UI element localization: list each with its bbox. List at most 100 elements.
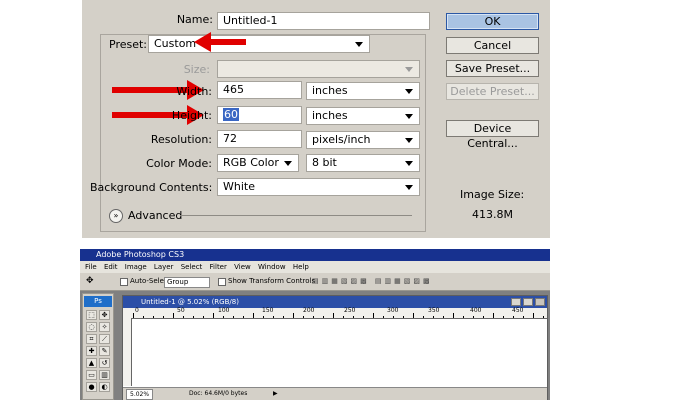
menu-help[interactable]: Help — [293, 263, 309, 271]
resolution-input[interactable]: 72 — [217, 130, 302, 148]
align-icons[interactable]: ▤▥▦▧▨▩ ▤▥▦▧▨▩ — [312, 273, 433, 290]
crop-tool-icon[interactable]: ⌗ — [86, 334, 97, 344]
ruler-tick-mark — [323, 316, 324, 318]
device-central-button[interactable]: Device Central... — [446, 120, 539, 150]
bit-depth-select[interactable]: 8 bit — [306, 154, 420, 172]
resolution-unit-select[interactable]: pixels/inch — [306, 131, 420, 149]
ruler-tick-mark — [403, 316, 404, 318]
delete-preset-button[interactable]: Delete Preset... — [446, 83, 539, 100]
name-input[interactable]: Untitled-1 — [217, 12, 430, 30]
lasso-tool-icon[interactable]: ◌ — [86, 322, 97, 332]
photoshop-logo: Ps — [84, 296, 112, 307]
move-tool-icon[interactable]: ✥ — [86, 273, 94, 290]
ruler-tick-label: 100 — [218, 307, 230, 314]
menu-edit[interactable]: Edit — [104, 263, 118, 271]
ruler-tick-mark — [273, 316, 274, 318]
advanced-expand-icon[interactable]: » — [109, 209, 123, 223]
width-unit-select[interactable]: inches — [306, 82, 420, 100]
size-label: Size: — [183, 63, 210, 76]
canvas[interactable] — [132, 319, 542, 386]
ruler-tick-mark — [503, 316, 504, 318]
ruler-tick-mark — [453, 313, 454, 318]
background-contents-select[interactable]: White — [217, 178, 420, 196]
ruler-tick-mark — [343, 316, 344, 318]
height-label: Height: — [171, 109, 212, 122]
width-input[interactable]: 465 — [217, 81, 302, 99]
ruler-tick-mark — [283, 316, 284, 318]
menu-image[interactable]: Image — [125, 263, 147, 271]
marquee-tool-icon[interactable]: ⬚ — [86, 310, 97, 320]
advanced-label[interactable]: Advanced — [128, 209, 182, 222]
app-title: Adobe Photoshop CS3 — [96, 250, 185, 259]
ruler-tick-mark — [423, 316, 424, 318]
ruler-tick-mark — [493, 313, 494, 318]
ruler-tick-mark — [483, 316, 484, 318]
ruler-tick-mark — [253, 313, 254, 318]
ruler-tick-label: 400 — [470, 307, 482, 314]
ruler-tick-mark — [133, 313, 134, 318]
ruler-tick-mark — [393, 316, 394, 318]
app-title-bar: Adobe Photoshop CS3 — [80, 249, 550, 261]
cancel-button[interactable]: Cancel — [446, 37, 539, 54]
size-select[interactable] — [217, 60, 420, 78]
ruler-tick-mark — [213, 313, 214, 318]
save-preset-button[interactable]: Save Preset... — [446, 60, 539, 77]
menu-filter[interactable]: Filter — [210, 263, 227, 271]
ruler-tick-mark — [363, 316, 364, 318]
auto-select-checkbox[interactable] — [120, 278, 128, 286]
ruler-tick-mark — [353, 316, 354, 318]
ruler-tick-mark — [463, 316, 464, 318]
move-tool-icon[interactable]: ✥ — [99, 310, 110, 320]
status-menu-arrow-icon[interactable]: ▶ — [273, 388, 278, 400]
color-mode-label: Color Mode: — [146, 157, 212, 170]
options-bar: ✥ Auto-Select: Group Show Transform Cont… — [80, 273, 550, 291]
ruler-tick-mark — [163, 316, 164, 318]
dodge-tool-icon[interactable]: ◐ — [99, 382, 110, 392]
image-size-value: 413.8M — [472, 208, 513, 221]
ruler-tick-mark — [303, 316, 304, 318]
ruler-tick-mark — [373, 313, 374, 318]
zoom-level[interactable]: 5.02% — [126, 389, 154, 400]
eraser-tool-icon[interactable]: ▭ — [86, 370, 97, 380]
ok-button[interactable]: OK — [446, 13, 539, 30]
close-button[interactable] — [535, 298, 545, 306]
document-window: Untitled-1 @ 5.02% (RGB/8) 0 50 100 150 … — [122, 295, 548, 400]
ruler-tick-mark — [203, 316, 204, 318]
stamp-tool-icon[interactable]: ▲ — [86, 358, 97, 368]
ruler-tick-mark — [543, 316, 544, 318]
ruler-tick-mark — [443, 316, 444, 318]
menu-file[interactable]: File — [85, 263, 97, 271]
advanced-divider — [180, 215, 412, 216]
menu-view[interactable]: View — [234, 263, 251, 271]
ruler-tick-mark — [433, 316, 434, 318]
menu-layer[interactable]: Layer — [154, 263, 174, 271]
resolution-label: Resolution: — [150, 133, 212, 146]
ruler-tick-mark — [333, 313, 334, 318]
color-mode-select[interactable]: RGB Color — [217, 154, 299, 172]
ruler-tick-mark — [263, 316, 264, 318]
height-value-selected: 60 — [223, 108, 239, 121]
ruler-tick-mark — [153, 316, 154, 318]
doc-info: Doc: 64.6M/0 bytes — [189, 390, 248, 397]
preset-select[interactable]: Custom — [148, 35, 370, 53]
blur-tool-icon[interactable]: ● — [86, 382, 97, 392]
gradient-tool-icon[interactable]: ▥ — [99, 370, 110, 380]
brush-tool-icon[interactable]: ✎ — [99, 346, 110, 356]
magic-wand-tool-icon[interactable]: ✧ — [99, 322, 110, 332]
auto-select-select[interactable]: Group — [164, 277, 210, 288]
ruler-tick-mark — [523, 316, 524, 318]
history-brush-tool-icon[interactable]: ↺ — [99, 358, 110, 368]
ruler-tick-mark — [513, 316, 514, 318]
menu-select[interactable]: Select — [181, 263, 203, 271]
width-label: Width: — [176, 85, 212, 98]
slice-tool-icon[interactable]: ⟋ — [99, 334, 110, 344]
menu-window[interactable]: Window — [258, 263, 286, 271]
minimize-button[interactable] — [511, 298, 521, 306]
ruler-tick-mark — [223, 316, 224, 318]
show-transform-checkbox[interactable] — [218, 278, 226, 286]
healing-tool-icon[interactable]: ✚ — [86, 346, 97, 356]
maximize-button[interactable] — [523, 298, 533, 306]
height-input[interactable]: 60 — [217, 106, 302, 124]
height-unit-select[interactable]: inches — [306, 107, 420, 125]
background-contents-label: Background Contents: — [90, 181, 213, 194]
